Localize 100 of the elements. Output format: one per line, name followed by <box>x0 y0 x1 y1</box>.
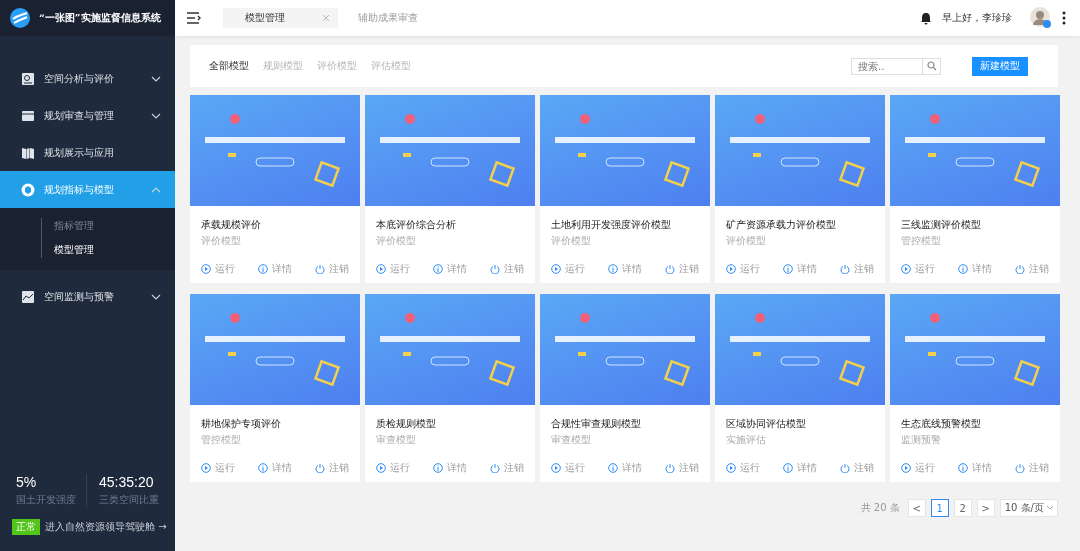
filter-tab[interactable]: 规则模型 <box>263 59 303 73</box>
sidebar-item[interactable]: 规划审查与管理 <box>0 97 175 134</box>
card-action-link[interactable]: 详情 <box>608 461 642 475</box>
new-model-button[interactable]: 新建模型 <box>972 56 1028 76</box>
play-icon <box>726 264 736 274</box>
model-card[interactable]: 三线监测评价模型 管控模型 运行 详情 注销 <box>890 95 1060 283</box>
power-icon <box>315 264 325 274</box>
card-action-link[interactable]: 详情 <box>783 461 817 475</box>
greeting-text: 早上好，李珍珍 <box>942 11 1012 25</box>
model-card[interactable]: 耕地保护专项评价 管控模型 运行 详情 注销 <box>190 294 360 482</box>
filter-tab[interactable]: 评价模型 <box>317 59 357 73</box>
sidebar-item[interactable]: 空间分析与评价 <box>0 60 175 97</box>
info-icon <box>433 264 443 274</box>
cockpit-link[interactable]: 进入自然资源领导驾驶舱 → <box>45 520 167 534</box>
model-card[interactable]: 土地利用开发强度评价模型 评价模型 运行 详情 注销 <box>540 95 710 283</box>
search-button[interactable] <box>923 57 941 75</box>
total-count: 共 20 条 <box>860 501 900 515</box>
card-action-link[interactable]: 注销 <box>840 461 874 475</box>
model-card[interactable]: 合规性审查规则模型 审查模型 运行 详情 注销 <box>540 294 710 482</box>
card-action-link[interactable]: 运行 <box>726 461 760 475</box>
page-tab[interactable]: 模型管理 <box>223 8 338 28</box>
card-action-link[interactable]: 运行 <box>901 262 935 276</box>
page-button[interactable]: 2 <box>953 499 972 517</box>
bell-icon[interactable] <box>920 11 932 25</box>
play-icon <box>376 463 386 473</box>
page-button[interactable]: 1 <box>930 499 949 517</box>
info-icon <box>433 463 443 473</box>
more-icon[interactable] <box>1062 11 1066 25</box>
card-action-link[interactable]: 详情 <box>608 262 642 276</box>
card-type: 实施评估 <box>726 433 767 447</box>
page-size-select[interactable]: 10 条/页 <box>999 499 1058 517</box>
card-action-link[interactable]: 运行 <box>201 461 235 475</box>
card-action-link[interactable]: 注销 <box>315 262 349 276</box>
filter-tab[interactable]: 评估模型 <box>371 59 411 73</box>
card-action-link[interactable]: 运行 <box>376 262 410 276</box>
stat-value: 45:35:20 <box>99 474 155 490</box>
menu-icon[interactable] <box>187 12 201 24</box>
info-icon <box>608 463 618 473</box>
play-icon <box>901 463 911 473</box>
power-icon <box>665 264 675 274</box>
card-title: 耕地保护专项评价 <box>201 417 282 431</box>
card-type: 审查模型 <box>376 433 417 447</box>
card-action-link[interactable]: 详情 <box>958 262 992 276</box>
avatar-icon[interactable] <box>1030 7 1052 29</box>
card-action-link[interactable]: 注销 <box>1015 262 1049 276</box>
card-action-link[interactable]: 注销 <box>315 461 349 475</box>
card-title: 承载规模评价 <box>201 218 262 232</box>
filter-tab[interactable]: 全部模型 <box>209 59 249 73</box>
card-action-link[interactable]: 注销 <box>665 262 699 276</box>
card-action-link[interactable]: 运行 <box>376 461 410 475</box>
card-type: 评价模型 <box>201 234 242 248</box>
model-card[interactable]: 质检规则模型 审查模型 运行 详情 注销 <box>365 294 535 482</box>
menu-icon <box>21 145 35 160</box>
model-card[interactable]: 区域协同评估模型 实施评估 运行 详情 注销 <box>715 294 885 482</box>
model-card[interactable]: 矿产资源承载力评价模型 评价模型 运行 详情 注销 <box>715 95 885 283</box>
next-page-button[interactable]: > <box>976 499 995 517</box>
page-tab[interactable]: 辅助成果审查 <box>348 8 428 28</box>
card-action-link[interactable]: 详情 <box>783 262 817 276</box>
power-icon <box>1015 463 1025 473</box>
model-card[interactable]: 本底评价综合分析 评价模型 运行 详情 注销 <box>365 95 535 283</box>
info-icon <box>783 463 793 473</box>
sidebar-item[interactable]: 空间监测与预警 <box>0 278 175 315</box>
play-icon <box>201 463 211 473</box>
card-action-link[interactable]: 注销 <box>1015 461 1049 475</box>
menu-icon <box>21 182 35 197</box>
card-action-link[interactable]: 详情 <box>258 461 292 475</box>
play-icon <box>901 264 911 274</box>
globe-logo-icon <box>9 7 31 29</box>
info-icon <box>958 264 968 274</box>
card-action-link[interactable]: 详情 <box>958 461 992 475</box>
card-type: 评价模型 <box>726 234 767 248</box>
prev-page-button[interactable]: < <box>907 499 926 517</box>
card-action-link[interactable]: 详情 <box>258 262 292 276</box>
card-action-link[interactable]: 注销 <box>665 461 699 475</box>
card-title: 质检规则模型 <box>376 417 437 431</box>
card-action-link[interactable]: 注销 <box>490 262 524 276</box>
card-action-link[interactable]: 运行 <box>201 262 235 276</box>
card-action-link[interactable]: 运行 <box>551 461 585 475</box>
model-card[interactable]: 生态底线预警模型 监测预警 运行 详情 注销 <box>890 294 1060 482</box>
card-title: 区域协同评估模型 <box>726 417 807 431</box>
sidebar-item[interactable]: 规划展示与应用 <box>0 134 175 171</box>
card-action-link[interactable]: 详情 <box>433 461 467 475</box>
submenu-item[interactable]: 模型管理 <box>41 240 175 260</box>
card-title: 合规性审查规则模型 <box>551 417 642 431</box>
card-action-link[interactable]: 详情 <box>433 262 467 276</box>
sidebar-item[interactable]: 规划指标与模型 <box>0 171 175 208</box>
model-card[interactable]: 承载规模评价 评价模型 运行 详情 注销 <box>190 95 360 283</box>
search-field[interactable]: 搜索.. <box>851 57 923 75</box>
caret-icon <box>1047 506 1053 510</box>
play-icon <box>376 264 386 274</box>
submenu-item[interactable]: 指标管理 <box>41 216 175 236</box>
card-title: 三线监测评价模型 <box>901 218 982 232</box>
card-action-link[interactable]: 注销 <box>490 461 524 475</box>
card-title: 生态底线预警模型 <box>901 417 982 431</box>
card-action-link[interactable]: 运行 <box>551 262 585 276</box>
card-action-link[interactable]: 运行 <box>901 461 935 475</box>
card-action-link[interactable]: 运行 <box>726 262 760 276</box>
info-icon <box>783 264 793 274</box>
play-icon <box>551 264 561 274</box>
card-action-link[interactable]: 注销 <box>840 262 874 276</box>
